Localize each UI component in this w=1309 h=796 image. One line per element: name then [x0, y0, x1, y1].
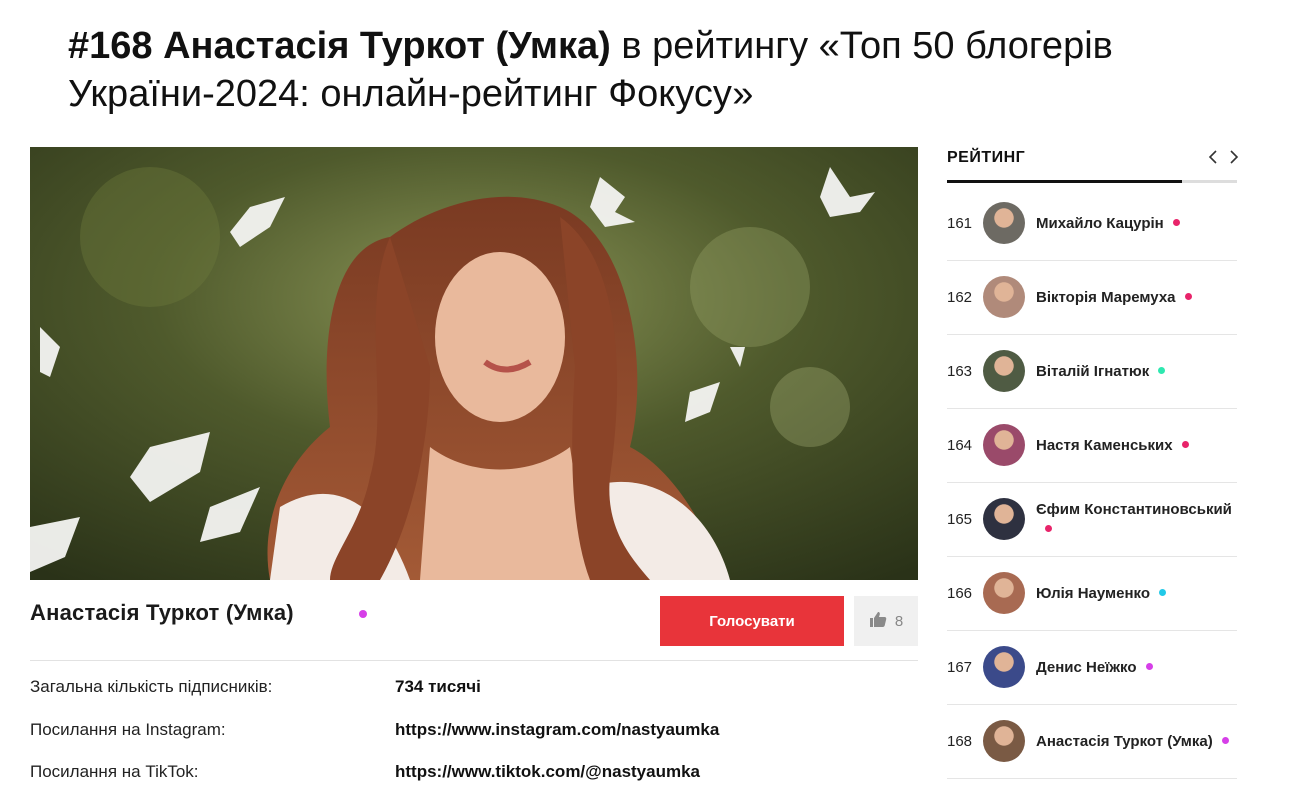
rating-name: Єфим Константиновський — [1036, 500, 1232, 518]
info-label: Посилання на TikTok: — [30, 762, 199, 781]
rating-name: Настя Каменських — [1036, 436, 1173, 454]
like-counter[interactable]: 8 — [854, 596, 918, 646]
rating-name: Анастасія Туркот (Умка) — [1036, 732, 1213, 750]
category-dot — [1184, 292, 1192, 300]
category-dot — [1145, 662, 1153, 670]
rating-title: РЕЙТИНГ — [947, 149, 1026, 166]
rating-list-item[interactable]: 167 Денис Неїжко — [947, 631, 1237, 705]
page-title-bold: #168 Анастасія Туркот (Умка) — [68, 25, 611, 67]
tiktok-link[interactable]: https://www.tiktok.com/@nastyaumka — [395, 762, 700, 782]
rating-name: Віталій Ігнатюк — [1036, 362, 1150, 380]
rating-name: Юлія Науменко — [1036, 584, 1151, 602]
rating-header: РЕЙТИНГ — [947, 147, 1239, 183]
instagram-link[interactable]: https://www.instagram.com/nastyaumka — [395, 720, 719, 740]
info-value: 734 тисячі — [395, 677, 481, 696]
profile-header: Анастасія Туркот (Умка) Голосувати 8 — [30, 596, 918, 646]
rating-scroll-bar — [947, 180, 1237, 183]
rating-list-item[interactable]: 162 Вікторія Маремуха — [947, 261, 1237, 335]
chevron-right-icon[interactable] — [1227, 147, 1241, 167]
category-dot — [1172, 218, 1180, 226]
rating-rank: 162 — [947, 289, 973, 306]
avatar — [983, 498, 1025, 540]
avatar — [983, 202, 1025, 244]
rating-list-item[interactable]: 164 Настя Каменських — [947, 409, 1237, 483]
rating-name-wrap: Вікторія Маремуха — [1036, 261, 1236, 334]
rating-list-item[interactable]: 166 Юлія Науменко — [947, 557, 1237, 631]
rating-list-item[interactable]: 163 Віталій Ігнатюк — [947, 335, 1237, 409]
category-dot — [1159, 588, 1167, 596]
avatar — [983, 424, 1025, 466]
category-dot — [1045, 524, 1052, 532]
thumbs-up-icon — [869, 611, 887, 632]
blogger-photo — [30, 147, 918, 580]
rating-rank: 168 — [947, 733, 973, 750]
avatar — [983, 572, 1025, 614]
like-count: 8 — [894, 612, 904, 630]
rating-rank: 166 — [947, 585, 973, 602]
info-row-tiktok: Посилання на TikTok: https://www.tiktok.… — [30, 762, 918, 786]
blogger-name: Анастасія Туркот (Умка) — [30, 600, 294, 625]
category-dot — [1181, 440, 1189, 448]
rating-rank: 163 — [947, 363, 973, 380]
rating-rank: 161 — [947, 215, 973, 232]
vote-button[interactable]: Голосувати — [660, 596, 844, 646]
info-label: Посилання на Instagram: — [30, 720, 226, 739]
rating-name-wrap: Юлія Науменко — [1036, 557, 1236, 630]
rating-name-wrap: Настя Каменських — [1036, 409, 1236, 482]
divider — [30, 660, 918, 661]
rating-rank: 165 — [947, 511, 973, 528]
rating-name: Михайло Кацурін — [1036, 214, 1164, 232]
page-title: #168 Анастасія Туркот (Умка) в рейтингу … — [68, 22, 1228, 118]
rating-scroll-progress — [947, 180, 1182, 183]
rating-list-item[interactable]: 165 Єфим Константиновський — [947, 483, 1237, 557]
avatar — [983, 350, 1025, 392]
rating-list-item[interactable]: 168 Анастасія Туркот (Умка) — [947, 705, 1237, 779]
rating-name-wrap: Єфим Константиновський — [1036, 483, 1236, 556]
rating-sidebar: РЕЙТИНГ 161 Михайло Кацурін 162 Вікторія Ма… — [947, 147, 1239, 779]
avatar — [983, 646, 1025, 688]
rating-name-wrap: Михайло Кацурін — [1036, 187, 1236, 260]
rating-name: Вікторія Маремуха — [1036, 288, 1176, 306]
category-dot — [1221, 736, 1229, 744]
rating-list: 161 Михайло Кацурін 162 Вікторія Маремуха 16… — [947, 187, 1237, 779]
chevron-left-icon[interactable] — [1206, 147, 1220, 167]
category-dot — [359, 610, 367, 618]
rating-name-wrap: Денис Неїжко — [1036, 631, 1236, 704]
rating-name-wrap: Анастасія Туркот (Умка) — [1036, 705, 1236, 778]
rating-name-wrap: Віталій Ігнатюк — [1036, 335, 1236, 408]
info-label: Загальна кількість підписників: — [30, 677, 273, 696]
avatar — [983, 276, 1025, 318]
rating-rank: 164 — [947, 437, 973, 454]
info-row-subscribers: Загальна кількість підписників: 734 тися… — [30, 677, 918, 701]
rating-rank: 167 — [947, 659, 973, 676]
rating-list-item[interactable]: 161 Михайло Кацурін — [947, 187, 1237, 261]
avatar — [983, 720, 1025, 762]
rating-name: Денис Неїжко — [1036, 658, 1137, 676]
info-row-instagram: Посилання на Instagram: https://www.inst… — [30, 720, 918, 744]
category-dot — [1158, 366, 1166, 374]
